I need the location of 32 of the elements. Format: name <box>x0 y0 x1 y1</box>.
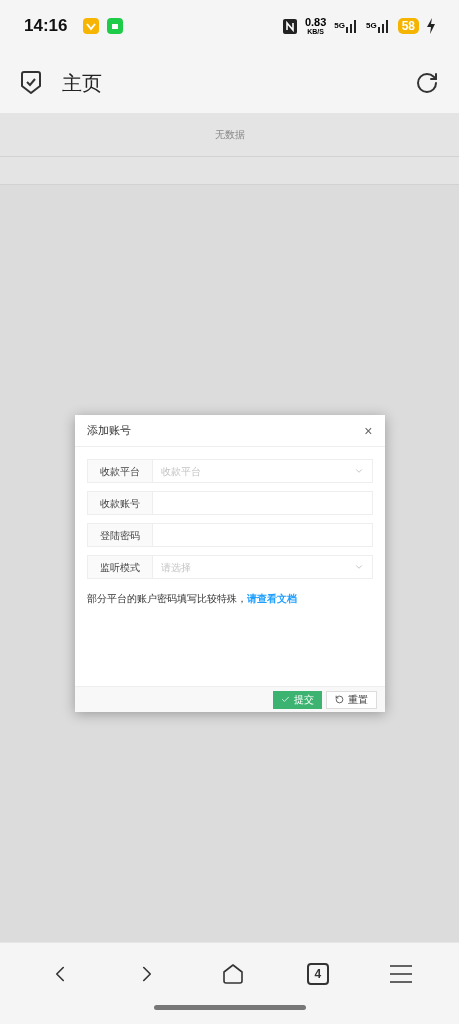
signal-icon <box>377 19 390 33</box>
network-type: 5G <box>334 19 345 32</box>
app-icon <box>107 18 124 34</box>
network-type: 5G <box>365 19 377 32</box>
nfc-icon <box>282 18 297 34</box>
field-label: 登陆密码 <box>86 523 153 547</box>
dropdown-icon <box>353 466 364 476</box>
empty-text: 无数据 <box>214 128 245 142</box>
signal-icon <box>345 19 358 33</box>
app-icon <box>83 18 100 34</box>
shield-check-icon <box>20 70 42 95</box>
dialog-title: 添加账号 <box>86 423 131 439</box>
refresh-icon[interactable] <box>415 70 439 95</box>
reset-icon <box>334 695 344 704</box>
field-label: 收款账号 <box>86 491 153 515</box>
check-icon <box>280 695 290 704</box>
tabs-button[interactable]: 4 <box>306 963 329 985</box>
field-label: 监听模式 <box>86 555 153 579</box>
docs-link[interactable]: 请查看文档 <box>246 593 297 604</box>
reset-button[interactable]: 重置 <box>325 690 377 709</box>
submit-button[interactable]: 提交 <box>272 690 322 709</box>
dropdown-icon <box>353 562 364 572</box>
network-speed: 0.83 <box>304 17 327 28</box>
page-title: 主页 <box>62 70 102 96</box>
home-icon[interactable] <box>221 962 246 986</box>
hint-text: 部分平台的账户密码填写比较特殊，请查看文档 <box>86 592 298 606</box>
close-button[interactable]: × <box>364 423 373 438</box>
battery-level: 58 <box>397 18 419 34</box>
charging-icon <box>427 18 435 34</box>
field-label: 收款平台 <box>86 459 153 483</box>
menu-icon[interactable] <box>390 964 413 984</box>
clock: 14:16 <box>24 15 68 38</box>
